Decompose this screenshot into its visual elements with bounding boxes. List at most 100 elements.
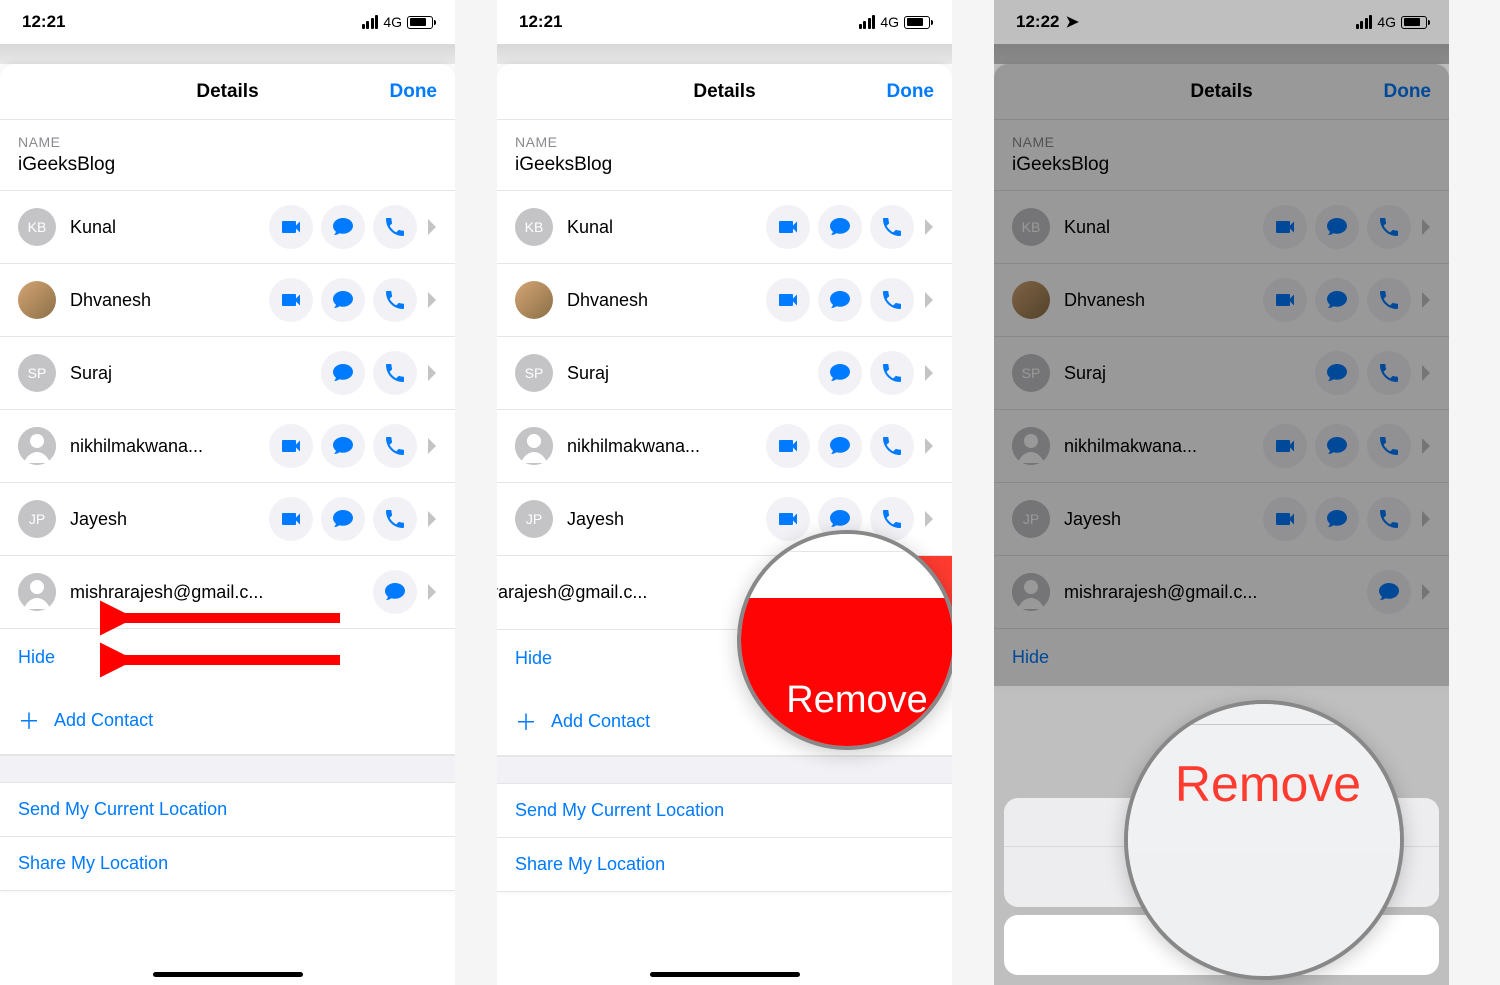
add-contact-label: Add Contact: [54, 710, 153, 731]
contact-row[interactable]: JPJayesh: [0, 483, 455, 556]
chevron-icon: [924, 292, 934, 308]
phone-call-button[interactable]: [373, 497, 417, 541]
message-button[interactable]: [321, 278, 365, 322]
contact-row[interactable]: nikhilmakwana...: [0, 410, 455, 483]
add-contact-label: Add Contact: [551, 711, 650, 732]
chevron-icon: [924, 438, 934, 454]
group-name-field[interactable]: iGeeksBlog: [497, 152, 952, 190]
message-button[interactable]: [373, 570, 417, 614]
contact-row[interactable]: KB Kunal: [497, 191, 952, 264]
magnifier-remove-swipe: Remove: [737, 530, 952, 750]
name-section-label: NAME: [497, 120, 952, 152]
battery-icon: [407, 16, 433, 29]
phone-call-button[interactable]: [373, 205, 417, 249]
phone-call-button[interactable]: [870, 278, 914, 322]
name-section-label: NAME: [0, 120, 455, 152]
avatar-initials: KB: [515, 208, 553, 246]
message-button[interactable]: [321, 424, 365, 468]
add-contact-button[interactable]: ＋ Add Contact: [0, 686, 455, 755]
network-label: 4G: [383, 14, 402, 30]
avatar-photo: [18, 281, 56, 319]
status-bar: 12:21 4G: [497, 0, 952, 44]
message-button[interactable]: [321, 497, 365, 541]
message-button[interactable]: [818, 424, 862, 468]
video-call-button[interactable]: [766, 424, 810, 468]
contact-row[interactable]: mishrarajesh@gmail.c...: [0, 556, 455, 629]
message-button[interactable]: [818, 351, 862, 395]
remove-button-zoomed: Remove: [737, 598, 952, 750]
done-button[interactable]: Done: [887, 81, 935, 103]
details-sheet: Details Done NAME iGeeksBlog KBKunalDhva…: [0, 64, 455, 891]
avatar-photo: [515, 281, 553, 319]
contact-row[interactable]: SP Suraj: [497, 337, 952, 410]
action-sheet-message-zoomed: Remove ... from this: [1124, 700, 1404, 725]
send-location-button[interactable]: Send My Current Location: [497, 784, 952, 838]
phone-call-button[interactable]: [373, 424, 417, 468]
chevron-icon: [427, 438, 437, 454]
network-label: 4G: [880, 14, 899, 30]
phone-call-button[interactable]: [870, 205, 914, 249]
video-call-button[interactable]: [269, 424, 313, 468]
phone-screen-3: 12:22➤ 4G Details Done NAME iGeeksBlog K…: [994, 0, 1449, 985]
group-name-field[interactable]: iGeeksBlog: [0, 152, 455, 190]
contact-row[interactable]: SP Suraj: [0, 337, 455, 410]
plus-icon: ＋: [18, 704, 40, 736]
contact-name: Kunal: [70, 217, 269, 238]
magnifier-remove-sheet: Remove ... from this Remove: [1124, 700, 1404, 980]
action-sheet-remove-zoomed: Remove: [1124, 725, 1404, 853]
chevron-icon: [924, 365, 934, 381]
message-button[interactable]: [321, 205, 365, 249]
details-sheet: Details Done NAME iGeeksBlog KB Kunal Dhva…: [497, 64, 952, 892]
phone-call-button[interactable]: [373, 278, 417, 322]
video-call-button[interactable]: [766, 278, 810, 322]
share-location-button[interactable]: Share My Location: [0, 837, 455, 891]
video-call-button[interactable]: [269, 205, 313, 249]
message-button[interactable]: [321, 351, 365, 395]
contact-name: Suraj: [70, 363, 321, 384]
avatar-initials: JP: [515, 500, 553, 538]
phone-call-button[interactable]: [870, 351, 914, 395]
phone-call-button[interactable]: [870, 424, 914, 468]
sheet-title: Details: [693, 81, 755, 103]
contact-name: Dhvanesh: [567, 290, 766, 311]
home-indicator[interactable]: [153, 972, 303, 977]
chevron-icon: [427, 584, 437, 600]
contact-row[interactable]: nikhilmakwana...: [497, 410, 952, 483]
chevron-icon: [427, 365, 437, 381]
share-location-button[interactable]: Share My Location: [497, 838, 952, 892]
avatar-initials: SP: [515, 354, 553, 392]
video-call-button[interactable]: [269, 278, 313, 322]
chevron-icon: [427, 219, 437, 235]
send-location-button[interactable]: Send My Current Location: [0, 783, 455, 837]
contact-name: Kunal: [567, 217, 766, 238]
message-button[interactable]: [818, 278, 862, 322]
chevron-icon: [924, 219, 934, 235]
signal-icon: [859, 15, 876, 29]
avatar-placeholder: [515, 427, 553, 465]
contact-name: Jayesh: [70, 509, 269, 530]
contact-name: mishrarajesh@gmail.c...: [70, 582, 373, 603]
contact-name: nikhilmakwana...: [567, 436, 766, 457]
avatar-initials: SP: [18, 354, 56, 392]
message-button[interactable]: [818, 205, 862, 249]
phone-icon: [937, 530, 952, 554]
contact-row[interactable]: Dhvanesh: [0, 264, 455, 337]
contact-list: KBKunal Dhvanesh SP Suraj nikhilmakwana...JP…: [0, 190, 455, 629]
hide-button[interactable]: Hide: [0, 629, 455, 686]
contact-row[interactable]: Dhvanesh: [497, 264, 952, 337]
contact-row[interactable]: KBKunal: [0, 191, 455, 264]
contact-name: Suraj: [567, 363, 818, 384]
phone-call-button[interactable]: [373, 351, 417, 395]
chevron-icon: [427, 511, 437, 527]
done-button[interactable]: Done: [390, 81, 438, 103]
video-call-button[interactable]: [766, 205, 810, 249]
plus-icon: ＋: [515, 705, 537, 737]
video-call-button[interactable]: [269, 497, 313, 541]
contact-name: Dhvanesh: [70, 290, 269, 311]
signal-icon: [362, 15, 379, 29]
chevron-icon: [924, 511, 934, 527]
home-indicator[interactable]: [650, 972, 800, 977]
battery-icon: [904, 16, 930, 29]
status-time: 12:21: [22, 12, 65, 32]
avatar-placeholder: [18, 573, 56, 611]
